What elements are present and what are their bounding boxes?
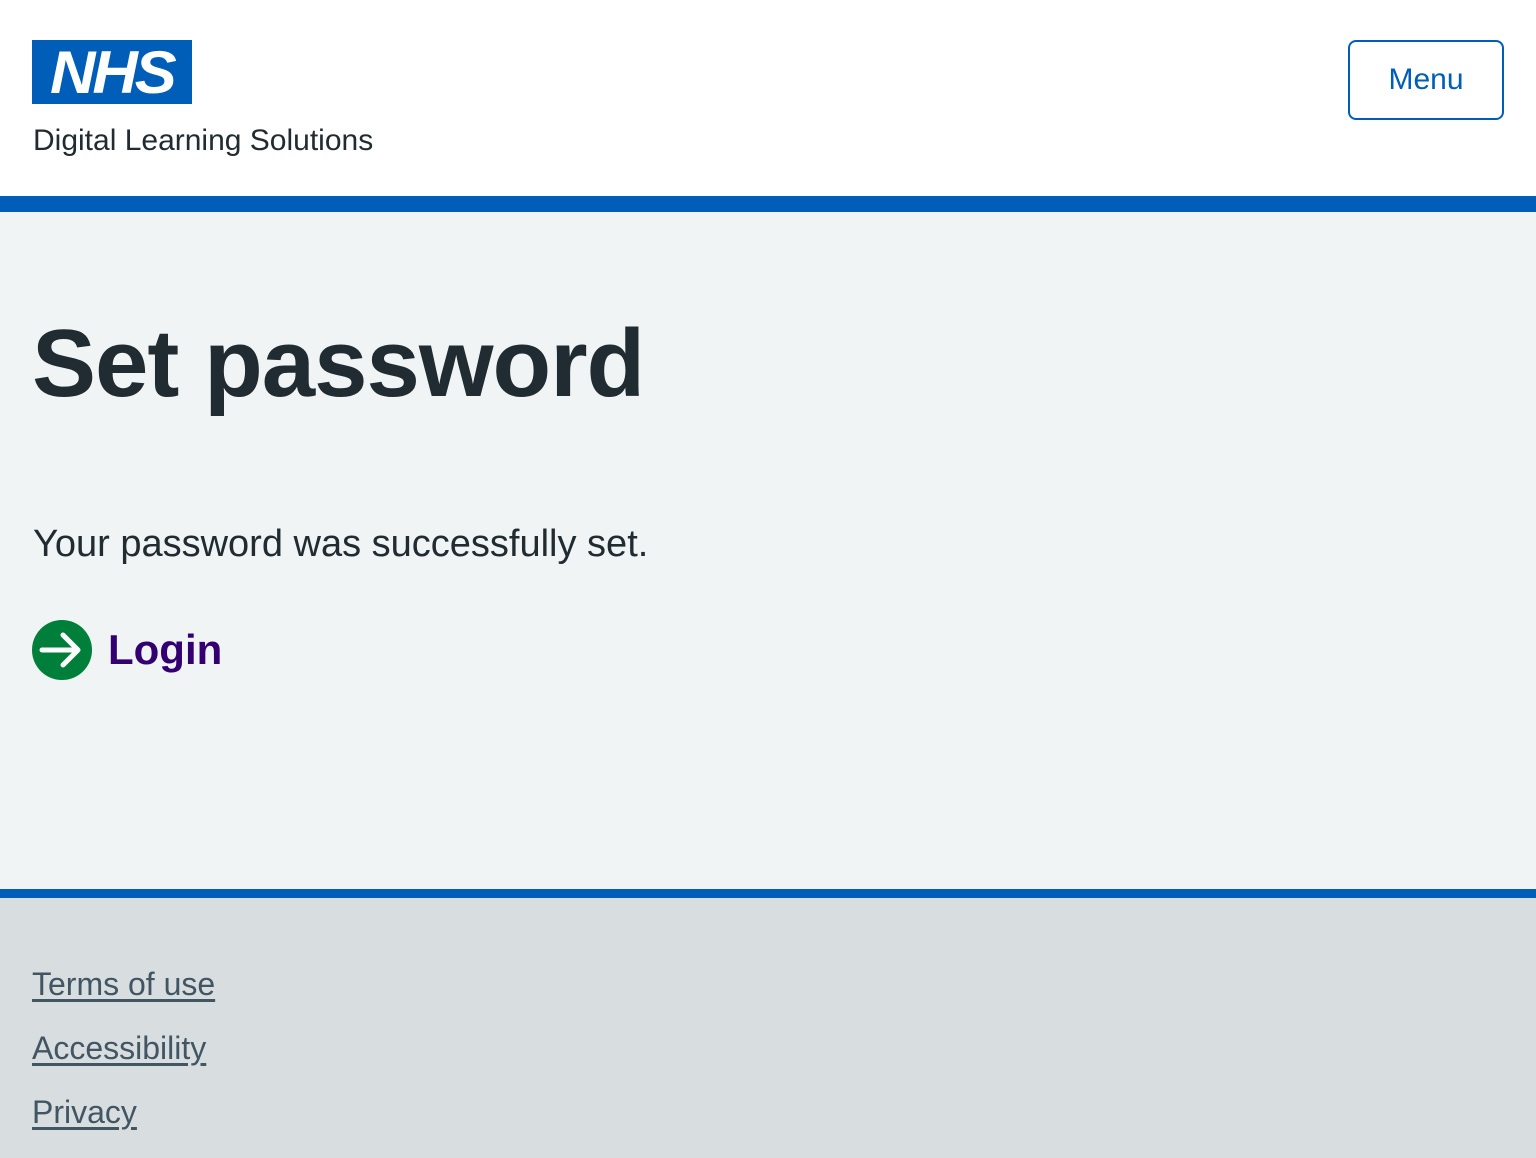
page-title: Set password [32, 310, 645, 417]
footer-link-accessibility[interactable]: Accessibility [32, 1028, 206, 1068]
site-header: NHS Digital Learning Solutions Menu [0, 0, 1536, 196]
arrow-right-circle-icon [32, 620, 92, 680]
header-divider [0, 196, 1536, 212]
site-footer [0, 898, 1536, 1158]
menu-button[interactable]: Menu [1348, 40, 1504, 120]
nhs-logo[interactable]: NHS [32, 40, 192, 104]
footer-link-privacy[interactable]: Privacy [32, 1092, 137, 1132]
nhs-logo-text: NHS [50, 39, 177, 106]
success-message: Your password was successfully set. [33, 523, 649, 565]
login-action-link[interactable]: Login [32, 620, 222, 680]
footer-link-terms-of-use[interactable]: Terms of use [32, 964, 215, 1004]
footer-divider [0, 889, 1536, 898]
login-link-label: Login [108, 626, 223, 673]
service-name[interactable]: Digital Learning Solutions [33, 121, 373, 161]
